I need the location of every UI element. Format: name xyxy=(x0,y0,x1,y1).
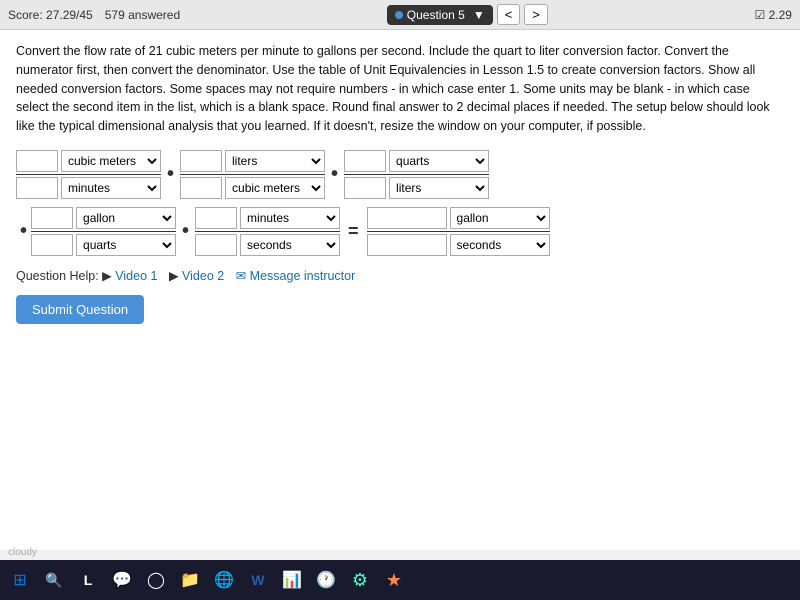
fractions-row1: cubic meters liters quarts gallons minut… xyxy=(16,150,784,199)
submit-button[interactable]: Submit Question xyxy=(16,295,144,324)
prev-button[interactable]: < xyxy=(497,4,521,25)
cloud-label: cloudy xyxy=(8,547,37,558)
question-nav: Question 5 ▼ < > xyxy=(387,4,548,25)
main-content: Convert the flow rate of 21 cubic meters… xyxy=(0,30,800,550)
top-bar: Score: 27.29/45 579 answered Question 5 … xyxy=(0,0,800,30)
fraction-3-num-input[interactable] xyxy=(344,150,386,172)
message-instructor-link[interactable]: ✉ Message instructor xyxy=(236,269,356,283)
video1-link[interactable]: ▶ Video 1 xyxy=(102,269,161,283)
dot-separator-2: • xyxy=(331,163,338,186)
edge-icon[interactable]: 🌐 xyxy=(212,568,236,592)
fraction-2-denominator: cubic meters liters quarts gallons minut… xyxy=(180,175,325,199)
fraction-3-den-select[interactable]: liters cubic meters quarts gallons minut… xyxy=(389,177,489,199)
chat-icon[interactable]: 💬 xyxy=(110,568,134,592)
fraction-2-numerator: liters cubic meters quarts gallons minut… xyxy=(180,150,325,175)
help-label: Question Help: xyxy=(16,269,99,283)
fraction-5-denominator: seconds cubic meters liters quarts gallo… xyxy=(195,232,340,256)
dot-separator-4: • xyxy=(182,220,189,243)
circle-icon[interactable]: ◯ xyxy=(144,568,168,592)
taskbar-extra2-icon[interactable]: ★ xyxy=(382,568,406,592)
fraction-5-den-select[interactable]: seconds cubic meters liters quarts gallo… xyxy=(240,234,340,256)
fraction-2-num-select[interactable]: liters cubic meters quarts gallons minut… xyxy=(225,150,325,172)
fraction-4-den-select[interactable]: quarts cubic meters liters gallons minut… xyxy=(76,234,176,256)
fraction-1-denominator: minutes cubic meters liters quarts gallo… xyxy=(16,175,161,199)
windows-icon[interactable]: ⊞ xyxy=(8,568,32,592)
result-numerator: gallon cubic meters liters quarts gallon… xyxy=(367,207,550,232)
fraction-1: cubic meters liters quarts gallons minut… xyxy=(16,150,161,199)
fraction-5-num-select[interactable]: minutes cubic meters liters quarts gallo… xyxy=(240,207,340,229)
fraction-1-num-input[interactable] xyxy=(16,150,58,172)
fraction-4-den-input[interactable] xyxy=(31,234,73,256)
dot-separator-3: • xyxy=(20,220,27,243)
fractions-row2: • gallon cubic meters liters quarts gall… xyxy=(16,207,784,256)
fraction-4: gallon cubic meters liters quarts gallon… xyxy=(31,207,176,256)
fraction-4-num-input[interactable] xyxy=(31,207,73,229)
folder-icon[interactable]: 📁 xyxy=(178,568,202,592)
clock-icon[interactable]: 🕐 xyxy=(314,568,338,592)
fraction-1-numerator: cubic meters liters quarts gallons minut… xyxy=(16,150,161,175)
taskbar-L-icon[interactable]: L xyxy=(76,568,100,592)
fraction-3-num-select[interactable]: quarts liters cubic meters gallons minut… xyxy=(389,150,489,172)
fraction-1-den-select[interactable]: minutes cubic meters liters quarts gallo… xyxy=(61,177,161,199)
fraction-4-denominator: quarts cubic meters liters gallons minut… xyxy=(31,232,176,256)
points-display: ☑ 2.29 xyxy=(755,8,792,22)
result-den-input[interactable] xyxy=(367,234,447,256)
excel-icon[interactable]: 📊 xyxy=(280,568,304,592)
fraction-3: quarts liters cubic meters gallons minut… xyxy=(344,150,489,199)
dot-separator-1: • xyxy=(167,163,174,186)
fraction-1-den-input[interactable] xyxy=(16,177,58,199)
taskbar-extra1-icon[interactable]: ⚙ xyxy=(348,568,372,592)
fraction-3-denominator: liters cubic meters quarts gallons minut… xyxy=(344,175,489,199)
result-denominator: seconds cubic meters liters quarts gallo… xyxy=(367,232,550,256)
fraction-5-den-input[interactable] xyxy=(195,234,237,256)
fraction-4-num-select[interactable]: gallon cubic meters liters quarts gallon… xyxy=(76,207,176,229)
result-fraction: gallon cubic meters liters quarts gallon… xyxy=(367,207,550,256)
fraction-5: minutes cubic meters liters quarts gallo… xyxy=(195,207,340,256)
fraction-5-numerator: minutes cubic meters liters quarts gallo… xyxy=(195,207,340,232)
help-section: Question Help: ▶ Video 1 ▶ Video 2 ✉ Mes… xyxy=(16,268,784,283)
instructions-text: Convert the flow rate of 21 cubic meters… xyxy=(16,42,784,136)
video2-icon: ▶ xyxy=(169,269,179,283)
next-button[interactable]: > xyxy=(524,4,548,25)
fraction-4-numerator: gallon cubic meters liters quarts gallon… xyxy=(31,207,176,232)
mail-icon: ✉ xyxy=(236,269,246,283)
fraction-3-den-input[interactable] xyxy=(344,177,386,199)
question-label: Question 5 xyxy=(407,8,465,22)
video2-link[interactable]: ▶ Video 2 xyxy=(169,269,228,283)
equals-sign: = xyxy=(348,221,359,242)
question-dropdown[interactable]: Question 5 ▼ xyxy=(387,5,493,25)
fraction-2-den-select[interactable]: cubic meters liters quarts gallons minut… xyxy=(225,177,325,199)
result-num-select[interactable]: gallon cubic meters liters quarts gallon… xyxy=(450,207,550,229)
taskbar: ⊞ 🔍 L 💬 ◯ 📁 🌐 W 📊 🕐 ⚙ ★ xyxy=(0,560,800,600)
video1-icon: ▶ xyxy=(102,269,112,283)
fraction-5-num-input[interactable] xyxy=(195,207,237,229)
result-den-select[interactable]: seconds cubic meters liters quarts gallo… xyxy=(450,234,550,256)
fraction-2-den-input[interactable] xyxy=(180,177,222,199)
dropdown-arrow-icon: ▼ xyxy=(473,8,485,22)
question-dot xyxy=(395,11,403,19)
word-icon[interactable]: W xyxy=(246,568,270,592)
fraction-2-num-input[interactable] xyxy=(180,150,222,172)
answered-text: 579 answered xyxy=(105,8,180,22)
search-icon[interactable]: 🔍 xyxy=(42,568,66,592)
fraction-1-num-select[interactable]: cubic meters liters quarts gallons minut… xyxy=(61,150,161,172)
score-text: Score: 27.29/45 xyxy=(8,8,93,22)
fraction-3-numerator: quarts liters cubic meters gallons minut… xyxy=(344,150,489,175)
fraction-2: liters cubic meters quarts gallons minut… xyxy=(180,150,325,199)
result-num-input[interactable] xyxy=(367,207,447,229)
